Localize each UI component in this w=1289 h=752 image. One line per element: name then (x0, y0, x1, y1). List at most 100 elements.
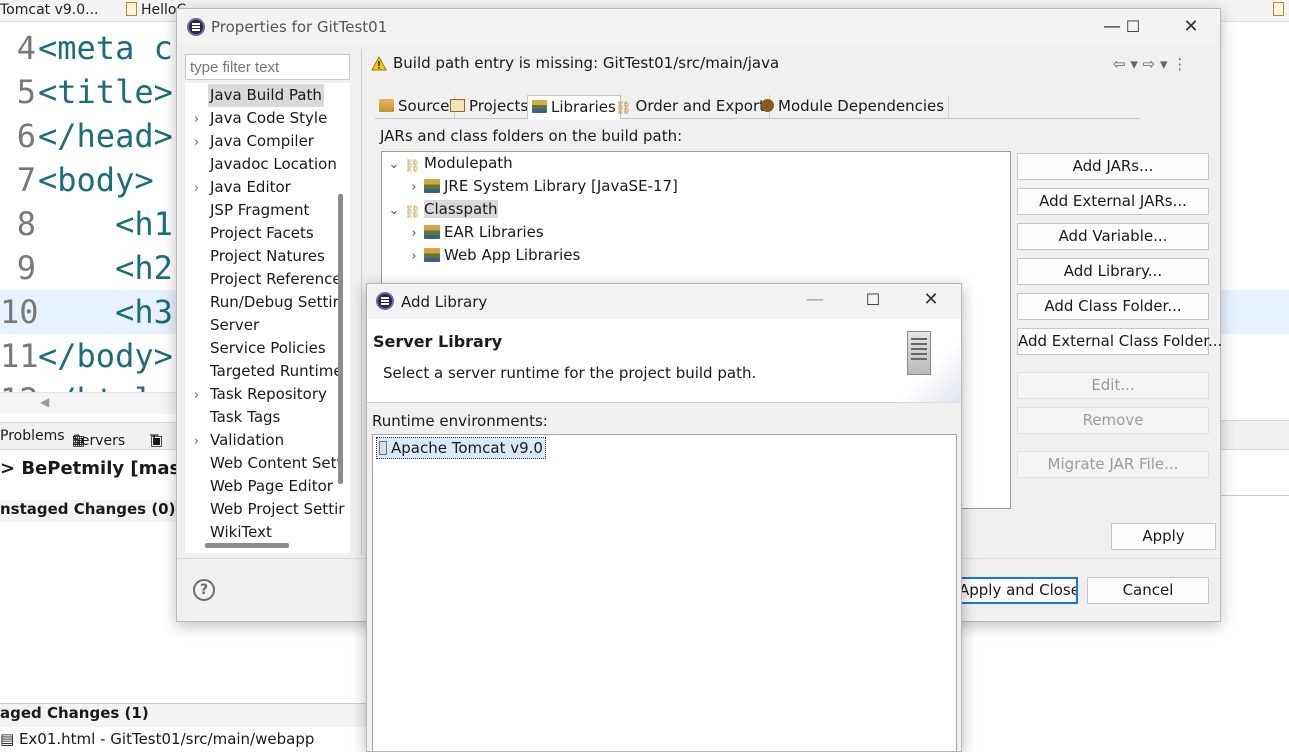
chevron-down-icon[interactable]: ⌄ (384, 199, 404, 222)
views-tab-bar-extension (1221, 420, 1289, 450)
chevron-right-icon[interactable]: › (404, 222, 424, 245)
library-icon (424, 225, 440, 239)
jars-label: JARs and class folders on the build path… (380, 127, 683, 145)
tab-order-and-export[interactable]: ⛓ Order and Export (611, 95, 771, 119)
nav-item-run-debug-settings[interactable]: Run/Debug Settir (185, 291, 341, 314)
properties-nav-tree[interactable]: Java Build Path › Java Code Style › Java C… (185, 83, 350, 553)
close-button[interactable]: ✕ (911, 288, 951, 312)
nav-horizontal-scrollbar[interactable] (205, 543, 289, 548)
filter-input[interactable] (185, 54, 350, 80)
nav-item-server[interactable]: Server (185, 314, 261, 337)
history-nav: ⇦ ▾ ⇨ ▾ ⋮ (1113, 55, 1187, 73)
nav-item-project-natures[interactable]: Project Natures (185, 245, 327, 268)
cancel-button[interactable]: Cancel (1087, 577, 1209, 604)
dialog-title: Add Library (401, 293, 488, 311)
scroll-left-icon[interactable]: ◀ (40, 395, 49, 409)
path-icon: ⛓ (404, 159, 421, 174)
libraries-icon (532, 100, 547, 113)
tab-projects[interactable]: Projects (446, 95, 534, 119)
chevron-right-icon[interactable]: › (185, 108, 208, 131)
add-class-folder-button[interactable]: Add Class Folder... (1017, 293, 1209, 320)
projects-icon (450, 99, 465, 112)
properties-title-bar[interactable]: Properties for GitTest01 — ☐ ✕ (177, 9, 1220, 45)
more-options-icon[interactable]: ⋮ (1172, 55, 1187, 73)
chevron-right-icon[interactable]: › (404, 176, 424, 199)
nav-vertical-scrollbar[interactable] (338, 194, 343, 484)
tree-item-classpath[interactable]: ⌄ ⛓ Classpath (384, 198, 498, 221)
minimize-button[interactable]: — (795, 288, 835, 312)
nav-item-web-project-settings[interactable]: Web Project Settir (185, 498, 346, 521)
maximize-button[interactable]: ☐ (853, 288, 893, 312)
close-button[interactable]: ✕ (1171, 15, 1211, 39)
tab-source[interactable]: Source (375, 95, 455, 119)
maximize-button[interactable]: ☐ (1113, 15, 1153, 39)
tab-libraries[interactable]: Libraries (527, 95, 621, 120)
chevron-right-icon[interactable]: › (185, 131, 208, 154)
nav-item-java-compiler[interactable]: › Java Compiler (185, 130, 316, 153)
add-library-button[interactable]: Add Library... (1017, 258, 1209, 285)
tab-problems[interactable]: Problems (0, 428, 65, 444)
chevron-right-icon[interactable]: › (185, 177, 208, 200)
source-folder-icon (379, 99, 394, 112)
nav-item-java-code-style[interactable]: › Java Code Style (185, 107, 329, 130)
tree-item-ear-libraries[interactable]: › EAR Libraries (404, 221, 543, 245)
tree-item-modulepath[interactable]: ⌄ ⛓ Modulepath (384, 152, 513, 175)
chevron-down-icon[interactable]: ▾ (1160, 55, 1168, 73)
html-file-icon: ▤ (0, 730, 19, 748)
git-repository-label: > BePetmily [mast (0, 458, 189, 479)
runtime-environments-label: Runtime environments: (372, 412, 548, 430)
library-icon (424, 179, 440, 193)
server-icon (907, 331, 931, 375)
nav-item-project-references[interactable]: Project Reference (185, 268, 344, 291)
nav-item-service-policies[interactable]: Service Policies (185, 337, 328, 360)
nav-item-wikitext[interactable]: WikiText (185, 521, 274, 544)
wizard-header: Server Library Select a server runtime f… (367, 319, 961, 403)
remove-button[interactable]: Remove (1017, 407, 1209, 434)
runtime-environments-list[interactable]: Apache Tomcat v9.0 (372, 434, 957, 751)
chevron-right-icon[interactable]: › (404, 245, 424, 268)
chevron-down-icon[interactable]: ▾ (1130, 55, 1138, 73)
tree-item-jre-system-library[interactable]: › JRE System Library [JavaSE-17] (404, 175, 678, 198)
file-icon (126, 2, 137, 16)
tree-item-web-app-libraries[interactable]: › Web App Libraries (404, 244, 580, 267)
path-icon: ⛓ (404, 205, 421, 220)
edit-button[interactable]: Edit... (1017, 372, 1209, 399)
add-library-title-bar[interactable]: Add Library — ☐ ✕ (367, 284, 961, 319)
nav-item-javadoc-location[interactable]: Javadoc Location (185, 153, 339, 176)
nav-item-java-editor[interactable]: › Java Editor (185, 176, 293, 199)
help-icon[interactable]: ? (193, 579, 215, 601)
nav-item-java-build-path[interactable]: Java Build Path (185, 84, 324, 107)
nav-item-jsp-fragment[interactable]: JSP Fragment (185, 199, 311, 222)
add-library-dialog: Add Library — ☐ ✕ Server Library Select … (366, 283, 962, 752)
editor-current-line-highlight (1221, 290, 1289, 334)
eclipse-icon (376, 292, 394, 310)
file-icon (1273, 2, 1284, 16)
nav-item-task-repository[interactable]: › Task Repository (185, 383, 329, 406)
editor-tab[interactable] (1273, 2, 1288, 18)
migrate-jar-button[interactable]: Migrate JAR File... (1017, 451, 1209, 478)
divider (1221, 495, 1289, 496)
wizard-description: Select a server runtime for the project … (383, 364, 757, 382)
nav-item-project-facets[interactable]: Project Facets (185, 222, 316, 245)
add-external-class-folder-button[interactable]: Add External Class Folder... (1017, 328, 1222, 355)
nav-item-web-page-editor[interactable]: Web Page Editor (185, 475, 335, 498)
chevron-down-icon[interactable]: ⌄ (384, 153, 404, 176)
forward-icon[interactable]: ⇨ (1143, 55, 1156, 73)
nav-item-web-content-settings[interactable]: Web Content Sett (185, 452, 344, 475)
apply-and-close-button[interactable]: Apply and Close (957, 577, 1078, 604)
editor-tab[interactable]: Tomcat v9.0... (0, 2, 99, 18)
add-variable-button[interactable]: Add Variable... (1017, 223, 1209, 250)
chevron-right-icon[interactable]: › (185, 384, 208, 407)
add-external-jars-button[interactable]: Add External JARs... (1017, 188, 1209, 215)
staged-changes-header[interactable]: aged Changes (1) (0, 703, 366, 727)
nav-item-validation[interactable]: › Validation (185, 429, 286, 452)
tab-module-dependencies[interactable]: Module Dependencies (757, 95, 950, 119)
staged-file-item[interactable]: ▤ Ex01.html - GitTest01/src/main/webapp (0, 730, 314, 748)
chevron-right-icon[interactable]: › (185, 430, 208, 453)
add-jars-button[interactable]: Add JARs... (1017, 153, 1209, 180)
nav-item-task-tags[interactable]: Task Tags (185, 406, 282, 429)
back-icon[interactable]: ⇦ (1113, 55, 1126, 73)
apply-button[interactable]: Apply (1111, 523, 1216, 550)
nav-item-targeted-runtimes[interactable]: Targeted Runtime (185, 360, 345, 383)
list-item-apache-tomcat[interactable]: Apache Tomcat v9.0 (376, 437, 546, 459)
